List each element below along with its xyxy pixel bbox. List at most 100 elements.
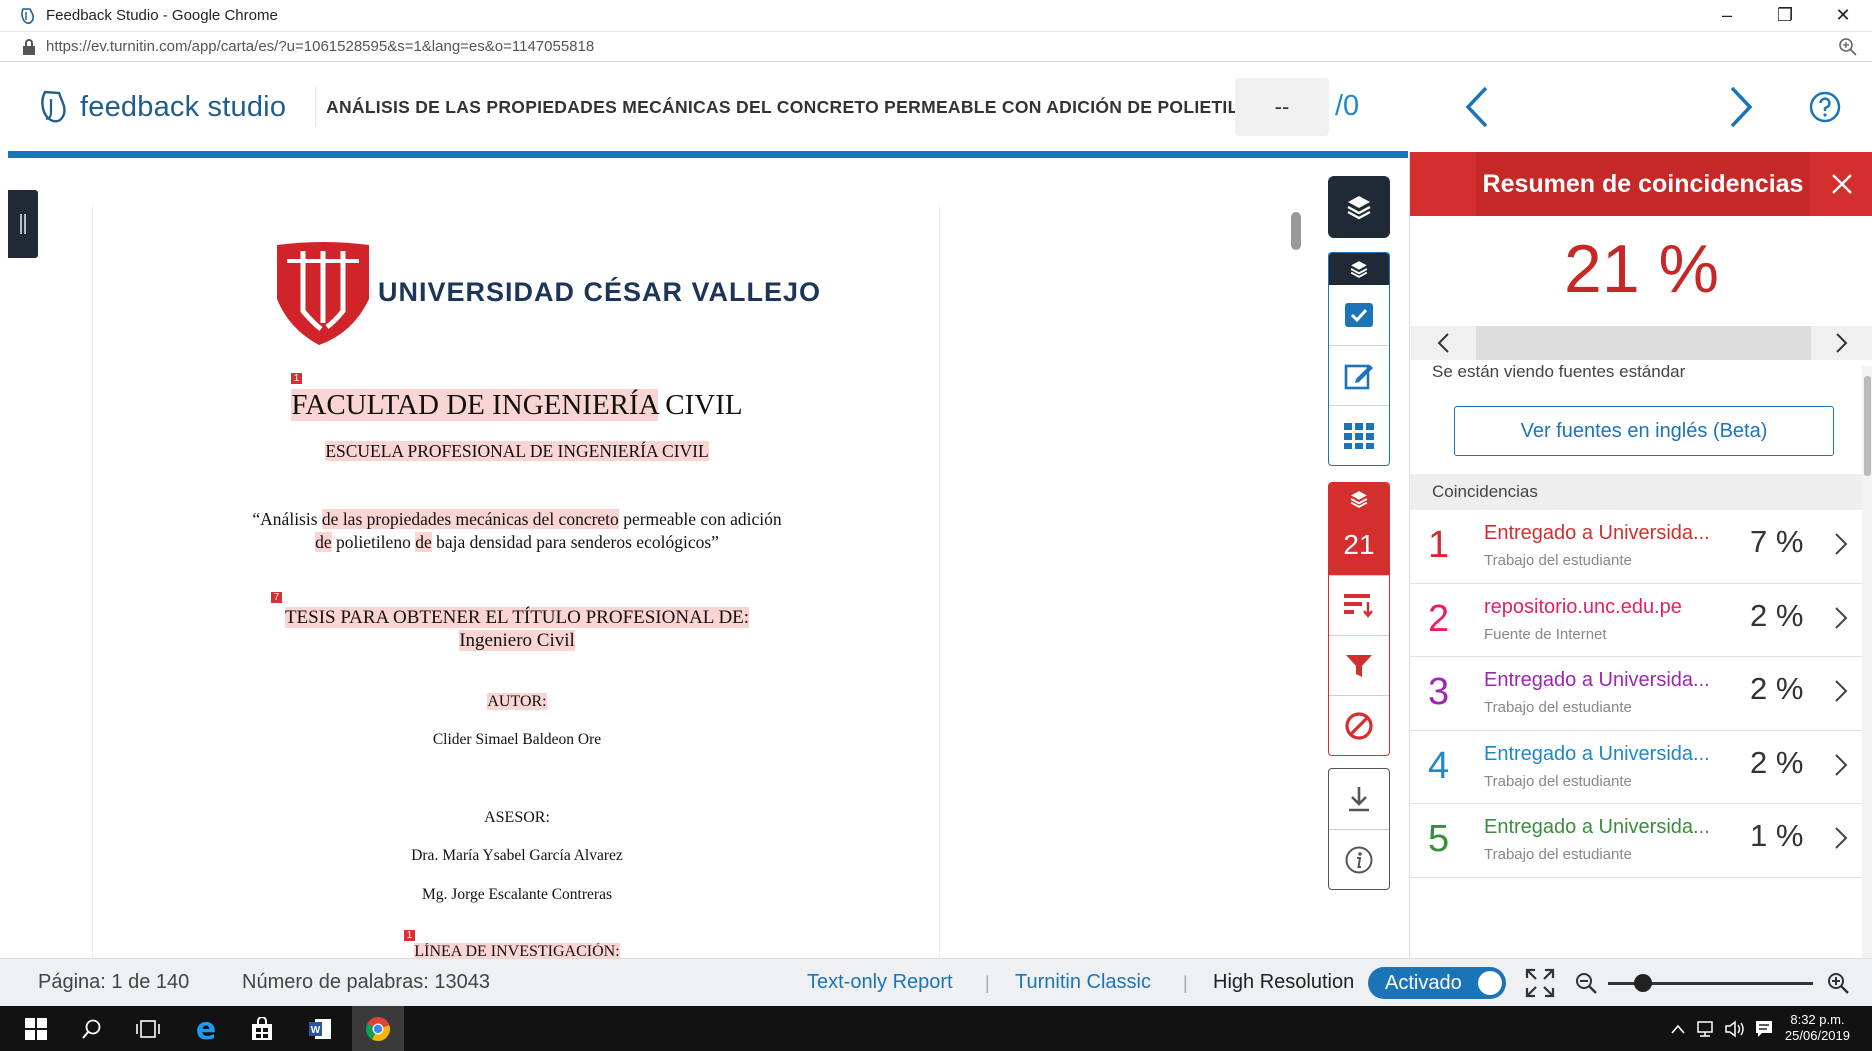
volume-icon[interactable]	[1724, 1020, 1746, 1038]
match-marker[interactable]: 1	[404, 930, 415, 941]
address-bar[interactable]: https://ev.turnitin.com/app/carta/es/?u=…	[0, 32, 1872, 62]
search-button[interactable]	[74, 1012, 110, 1046]
match-row[interactable]: 4 Entregado a Universida... Trabajo del es…	[1410, 731, 1862, 804]
advisor-label: ASESOR:	[484, 809, 550, 826]
match-source-title[interactable]: Entregado a Universida...	[1484, 743, 1710, 766]
degree-highlight[interactable]: TESIS PARA OBTENER EL TÍTULO PROFESIONAL…	[284, 607, 750, 628]
match-marker[interactable]: 1	[291, 373, 302, 384]
high-resolution-label: High Resolution	[1213, 971, 1355, 993]
match-source-title[interactable]: Entregado a Universida...	[1484, 816, 1710, 839]
match-source-title[interactable]: Entregado a Universida...	[1484, 669, 1710, 692]
help-icon[interactable]	[1808, 90, 1842, 124]
match-number: 1	[1428, 524, 1450, 566]
panel-scrollbar[interactable]	[1862, 366, 1872, 958]
match-source-title[interactable]: Entregado a Universida...	[1484, 522, 1710, 545]
match-source-type: Trabajo del estudiante	[1484, 772, 1632, 790]
previous-source-button[interactable]	[1410, 326, 1476, 360]
faculty-rest: CIVIL	[658, 389, 743, 421]
lock-icon	[23, 38, 35, 55]
word-button[interactable]: W	[302, 1012, 338, 1046]
grid-icon	[1344, 422, 1374, 449]
zoom-in-icon[interactable]	[1826, 971, 1850, 995]
degree-highlight[interactable]: Ingeniero Civil	[459, 630, 575, 651]
text-only-report-link[interactable]: Text-only Report	[807, 971, 953, 994]
title-highlight[interactable]: de las propiedades mecánicas del concret…	[321, 509, 619, 529]
filter-button[interactable]	[1329, 635, 1389, 695]
faculty-highlight[interactable]: FACULTAD DE INGENIERÍA	[291, 389, 659, 421]
separator: |	[985, 973, 990, 993]
clock-date: 25/06/2019	[1784, 1028, 1850, 1043]
close-window-button[interactable]: ✕	[1814, 0, 1872, 32]
task-view-button[interactable]	[130, 1012, 166, 1046]
chevron-right-icon[interactable]	[1834, 606, 1848, 630]
english-sources-button[interactable]: Ver fuentes en inglés (Beta)	[1454, 406, 1834, 456]
match-source-type: Fuente de Internet	[1484, 625, 1607, 643]
minimize-button[interactable]: –	[1698, 0, 1756, 32]
document-page[interactable]: UNIVERSIDAD CÉSAR VALLEJO 1 FACULTAD DE …	[92, 205, 940, 960]
chevron-right-icon[interactable]	[1834, 679, 1848, 703]
title-text: “Análisis	[252, 509, 322, 529]
page-indicator: Página: 1 de 140	[38, 971, 190, 993]
match-number: 5	[1428, 818, 1450, 860]
quickmarks-button[interactable]	[1329, 285, 1389, 345]
word-count: Número de palabras: 13043	[242, 971, 490, 993]
author-highlight[interactable]: AUTOR:	[487, 693, 547, 710]
status-bar: Página: 1 de 140 Número de palabras: 130…	[0, 958, 1872, 1006]
info-button[interactable]	[1329, 829, 1389, 889]
match-source-title[interactable]: repositorio.unc.edu.pe	[1484, 596, 1682, 619]
match-row[interactable]: 2 repositorio.unc.edu.pe Fuente de Interne…	[1410, 584, 1862, 657]
chevron-right-icon[interactable]	[1834, 753, 1848, 777]
match-overview-button[interactable]: 21	[1329, 515, 1389, 575]
match-row[interactable]: 3 Entregado a Universida... Trabajo del es…	[1410, 657, 1862, 731]
high-resolution-toggle[interactable]: Activado	[1368, 967, 1506, 999]
zoom-icon[interactable]	[1838, 37, 1858, 57]
document-scrollbar[interactable]	[1291, 212, 1301, 250]
zoom-slider-knob[interactable]	[1634, 974, 1652, 992]
match-number: 4	[1428, 744, 1450, 787]
feedback-summary-button[interactable]	[1329, 345, 1389, 405]
match-row[interactable]: 1 Entregado a Universida... Trabajo del es…	[1410, 510, 1862, 584]
chevron-right-icon[interactable]	[1834, 532, 1848, 556]
store-button[interactable]	[244, 1012, 280, 1046]
title-highlight[interactable]: de	[415, 532, 432, 552]
chevron-up-icon[interactable]	[1670, 1023, 1686, 1035]
layers-button[interactable]	[1328, 176, 1390, 238]
layers-icon	[1350, 261, 1368, 278]
utility-tools-group	[1328, 768, 1390, 890]
previous-paper-button[interactable]	[1458, 82, 1498, 132]
restore-button[interactable]: ❐	[1756, 0, 1814, 32]
title-highlight[interactable]: de	[315, 532, 332, 552]
match-marker[interactable]: 7	[271, 592, 282, 603]
windows-icon	[25, 1018, 47, 1040]
windows-start-button[interactable]	[18, 1012, 54, 1046]
all-sources-button[interactable]	[1329, 575, 1389, 635]
school-highlight[interactable]: ESCUELA PROFESIONAL DE INGENIERÍA CIVIL	[325, 441, 709, 461]
notification-icon[interactable]	[1754, 1019, 1774, 1039]
next-paper-button[interactable]	[1720, 82, 1760, 132]
download-button[interactable]	[1329, 769, 1389, 829]
fullscreen-icon[interactable]	[1525, 968, 1555, 998]
next-source-button[interactable]	[1811, 326, 1872, 360]
match-row[interactable]: 5 Entregado a Universida... Trabajo del es…	[1410, 804, 1862, 878]
similarity-layer-header[interactable]	[1329, 483, 1389, 515]
grade-input[interactable]: --	[1235, 78, 1329, 136]
side-panel-toggle[interactable]	[8, 190, 38, 258]
filter-icon	[1346, 654, 1372, 677]
close-panel-button[interactable]	[1811, 152, 1872, 216]
turnitin-classic-link[interactable]: Turnitin Classic	[1015, 971, 1151, 994]
window-title: Feedback Studio - Google Chrome	[46, 7, 278, 24]
network-icon[interactable]	[1696, 1020, 1718, 1038]
source-navigation	[1410, 326, 1872, 360]
scrollbar-thumb[interactable]	[1864, 376, 1871, 476]
exclusions-button[interactable]	[1329, 695, 1389, 755]
feedback-studio-icon	[41, 90, 66, 123]
edge-button[interactable]: e	[188, 1012, 224, 1047]
zoom-out-icon[interactable]	[1574, 971, 1598, 995]
title-text: permeable con adición	[618, 509, 782, 529]
url-text[interactable]: https://ev.turnitin.com/app/carta/es/?u=…	[46, 38, 1838, 55]
chrome-button[interactable]	[360, 1012, 396, 1046]
chevron-right-icon[interactable]	[1834, 826, 1848, 850]
system-clock[interactable]: 8:32 p.m. 25/06/2019	[1785, 1012, 1850, 1044]
grading-layer-header[interactable]	[1329, 253, 1389, 285]
rubric-button[interactable]	[1329, 405, 1389, 465]
